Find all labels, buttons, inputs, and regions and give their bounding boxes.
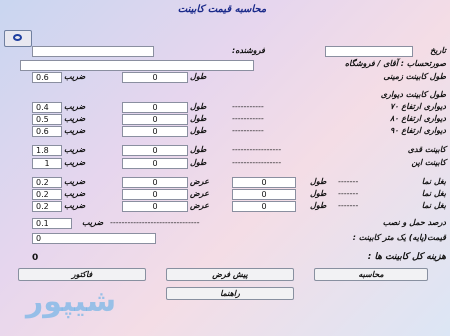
side-panel-label: بغل نما	[421, 177, 446, 186]
tall-cabinet-label: کابینت قدی	[407, 145, 446, 154]
floor-length-field[interactable]: 0	[122, 72, 188, 83]
side-panel-label: بغل نما	[421, 189, 446, 198]
wall-row-label: دیواری ارتفاع ۹۰	[389, 126, 446, 135]
side-factor-field[interactable]: 0.2	[32, 189, 62, 200]
side-length-label: طول	[310, 189, 327, 198]
floor-factor-label: ضریب	[64, 72, 86, 81]
side-panel-label: بغل نما	[421, 201, 446, 210]
wall-row-label: دیواری ارتفاع ۸۰	[389, 114, 446, 123]
install-factor-label: ضریب	[82, 218, 104, 227]
open-factor-label: ضریب	[64, 158, 86, 167]
wall-row-length-field[interactable]: 0	[122, 114, 188, 125]
window-title: محاسبه قیمت کابینت	[177, 4, 267, 15]
preset-button[interactable]: پیش فرض	[166, 268, 294, 281]
invoice-button[interactable]: فاکتور	[18, 268, 146, 281]
wall-row-factor-field[interactable]: 0.5	[32, 114, 62, 125]
side-length-label: طول	[310, 201, 327, 210]
wall-row-factor-label: ضریب	[64, 102, 86, 111]
guide-button[interactable]: راهنما	[166, 287, 294, 300]
tall-factor-label: ضریب	[64, 145, 86, 154]
side-width-field[interactable]: 0	[122, 177, 188, 188]
date-field[interactable]	[325, 46, 413, 57]
wall-row-length-field[interactable]: 0	[122, 126, 188, 137]
date-label: تاریخ	[430, 46, 446, 55]
floor-length-label: طول	[190, 72, 207, 81]
side-width-field[interactable]: 0	[122, 201, 188, 212]
side-width-label: عرض	[190, 201, 209, 210]
wall-row-length-field[interactable]: 0	[122, 102, 188, 113]
wall-row-length-label: طول	[190, 126, 207, 135]
wall-row-length-label: طول	[190, 114, 207, 123]
wall-row-factor-label: ضریب	[64, 114, 86, 123]
side-factor-label: ضریب	[64, 201, 86, 210]
side-factor-label: ضریب	[64, 189, 86, 198]
floor-factor-field[interactable]: 0.6	[32, 72, 62, 83]
calculate-button[interactable]: محاسبه	[314, 268, 428, 281]
wall-row-label: دیواری ارتفاع ۷۰	[389, 102, 446, 111]
side-length-field[interactable]: 0	[232, 201, 296, 212]
save-icon[interactable]	[4, 30, 32, 47]
install-factor-field[interactable]: 0.1	[32, 218, 72, 229]
floor-cabinet-label: طول کابینت زمینی	[383, 72, 446, 81]
wall-row-factor-field[interactable]: 0.6	[32, 126, 62, 137]
seller-label: فروشنده:	[232, 46, 265, 55]
wall-cabinet-title: طول کابینت دیواری	[380, 90, 446, 99]
side-width-label: عرض	[190, 177, 209, 186]
account-field[interactable]	[20, 60, 254, 71]
side-factor-field[interactable]: 0.2	[32, 177, 62, 188]
open-length-field[interactable]: 0	[122, 158, 188, 169]
tall-length-field[interactable]: 0	[122, 145, 188, 156]
tall-length-label: طول	[190, 145, 207, 154]
side-length-field[interactable]: 0	[232, 177, 296, 188]
base-price-label: قیمت(پایه) یک متر کابینت :	[352, 233, 446, 242]
total-label: هزینه کل کابینت ها :	[367, 252, 446, 262]
tall-factor-field[interactable]: 1.8	[32, 145, 62, 156]
account-label: صورتحساب : آقای / فروشگاه	[344, 59, 446, 68]
open-length-label: طول	[190, 158, 207, 167]
wall-row-factor-field[interactable]: 0.4	[32, 102, 62, 113]
side-length-label: طول	[310, 177, 327, 186]
seller-field[interactable]	[32, 46, 154, 57]
install-label: درصد حمل و نصب	[382, 218, 446, 227]
open-cabinet-label: کابینت اپن	[411, 158, 446, 167]
side-factor-field[interactable]: 0.2	[32, 201, 62, 212]
wall-row-factor-label: ضریب	[64, 126, 86, 135]
side-factor-label: ضریب	[64, 177, 86, 186]
total-value: 0	[32, 253, 39, 263]
base-price-field[interactable]: 0	[32, 233, 156, 244]
side-length-field[interactable]: 0	[232, 189, 296, 200]
side-width-label: عرض	[190, 189, 209, 198]
side-width-field[interactable]: 0	[122, 189, 188, 200]
open-factor-field[interactable]: 1	[32, 158, 62, 169]
wall-row-length-label: طول	[190, 102, 207, 111]
watermark-logo: شیپور	[26, 284, 117, 319]
